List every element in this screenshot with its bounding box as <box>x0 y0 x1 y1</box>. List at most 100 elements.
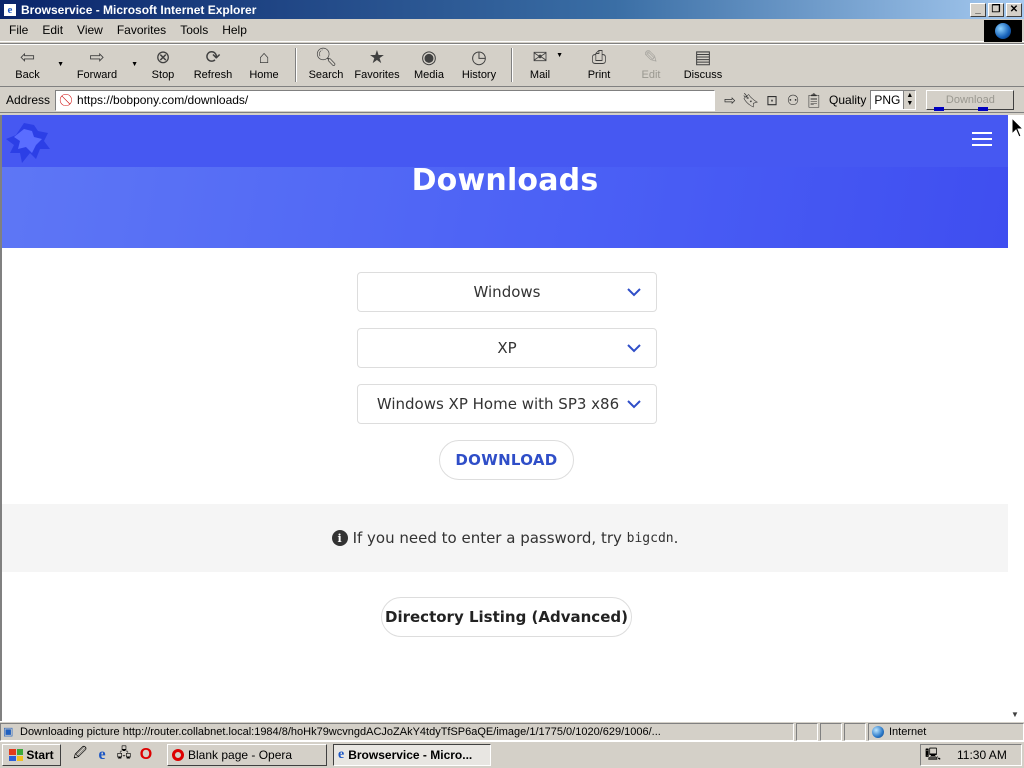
stop-button[interactable]: ⊗ Stop <box>139 44 187 86</box>
zoom-icon[interactable]: ⊡ <box>763 92 781 109</box>
version-select[interactable]: XP <box>357 328 657 368</box>
search-label: Search <box>308 69 344 81</box>
home-button[interactable]: ⌂ Home <box>239 44 289 86</box>
network-icon[interactable]: 🖧︎ <box>115 745 133 764</box>
favorites-button[interactable]: ★ Favorites <box>349 44 405 86</box>
stop-icon: ⊗ <box>155 47 171 67</box>
address-bar: Address 🚫︎ ⇨ 🔖︎ ⊡ ⚇ 📋︎ Quality PNG ▲▼ Do… <box>0 88 1024 113</box>
back-label: Back <box>15 69 40 81</box>
os-select[interactable]: Windows <box>357 272 657 312</box>
favorites-folder-icon: ★ <box>368 47 386 67</box>
status-pane <box>844 722 866 741</box>
history-button[interactable]: ◷ History <box>453 44 505 86</box>
history-label: History <box>461 69 497 81</box>
minimize-button[interactable]: _ <box>970 2 986 17</box>
taskbar-opera[interactable]: Blank page - Opera <box>167 744 327 766</box>
home-label: Home <box>249 69 279 81</box>
password-info: i If you need to enter a password, try b… <box>2 504 1008 572</box>
menu-bar: File Edit View Favorites Tools Help <box>0 19 1024 42</box>
maximize-button[interactable]: ❐ <box>988 2 1004 17</box>
bookmark-icon[interactable]: 🔖︎ <box>742 92 760 109</box>
menu-edit[interactable]: Edit <box>35 23 70 37</box>
os-select-value: Windows <box>473 283 541 301</box>
info-icon: i <box>331 530 348 546</box>
media-icon: ◉ <box>421 47 437 67</box>
download-progress <box>934 107 1018 111</box>
media-label: Media <box>414 69 444 81</box>
opera-quicklaunch-icon[interactable]: O <box>137 746 155 764</box>
spin-up-icon[interactable]: ▲ <box>906 92 913 100</box>
back-button[interactable]: ⇦ Back ▼ <box>0 44 64 86</box>
page-icon: 🚫︎ <box>58 93 74 107</box>
menu-help[interactable]: Help <box>215 23 254 37</box>
system-tray: 🖳︎ 11:30 AM <box>920 744 1022 766</box>
start-button[interactable]: Start <box>2 744 61 766</box>
go-arrow-icon[interactable]: ⇨ <box>721 92 739 109</box>
chevron-down-icon <box>627 344 641 353</box>
browser-viewport[interactable]: Downloads Windows XP Windows XP Home wit… <box>0 115 1008 721</box>
history-icon: ◷ <box>471 47 487 67</box>
printer-icon: ⎙ <box>591 47 607 67</box>
quality-label: Quality <box>829 93 867 107</box>
status-pane <box>820 722 842 741</box>
status-pane <box>796 722 818 741</box>
forward-dropdown-icon[interactable]: ▼ <box>131 61 138 68</box>
taskbar: Start 🖉︎ e 🖧︎ O Blank page - Opera e Bro… <box>0 741 1024 768</box>
show-desktop-icon[interactable]: 🖉︎ <box>71 745 89 764</box>
ie-icon: e <box>338 747 345 762</box>
title-bar[interactable]: e Browservice - Microsoft Internet Explo… <box>0 0 1024 19</box>
url-input[interactable] <box>77 93 715 107</box>
menu-view[interactable]: View <box>70 23 110 37</box>
media-button[interactable]: ◉ Media <box>405 44 453 86</box>
clipboard-icon[interactable]: 📋︎ <box>805 92 823 109</box>
chevron-down-icon <box>627 400 641 409</box>
edition-select[interactable]: Windows XP Home with SP3 x86 <box>357 384 657 424</box>
security-zone: Internet <box>868 722 1024 741</box>
vertical-scrollbar[interactable]: ▼ <box>1008 115 1024 721</box>
quality-value: PNG <box>874 93 901 107</box>
discuss-button[interactable]: ▤ Discuss <box>675 44 731 86</box>
mail-button[interactable]: ✉ Mail ▼ <box>519 44 563 86</box>
hero-banner: Downloads <box>2 115 1008 248</box>
close-button[interactable]: ✕ <box>1006 2 1022 17</box>
forward-button[interactable]: ⇨ Forward ▼ <box>65 44 138 86</box>
search-icon: 🔍︎ <box>314 47 338 67</box>
directory-listing-button[interactable]: Directory Listing (Advanced) <box>381 597 632 637</box>
throbber-globe-icon <box>984 20 1022 42</box>
site-navbar <box>2 115 1008 167</box>
task-opera-label: Blank page - Opera <box>188 748 293 762</box>
menu-tools[interactable]: Tools <box>173 23 215 37</box>
quality-select[interactable]: PNG ▲ ▼ <box>870 90 917 110</box>
refresh-button[interactable]: ⟳ Refresh <box>187 44 239 86</box>
quick-launch: 🖉︎ e 🖧︎ O <box>71 745 155 764</box>
mail-icon: ✉ <box>532 47 548 67</box>
ie-quicklaunch-icon[interactable]: e <box>93 746 111 764</box>
quality-spinner[interactable]: ▲ ▼ <box>903 91 916 109</box>
zone-label: Internet <box>889 725 927 738</box>
back-dropdown-icon[interactable]: ▼ <box>57 61 64 68</box>
clock[interactable]: 11:30 AM <box>957 748 1007 762</box>
find-binoculars-icon[interactable]: ⚇ <box>784 92 802 109</box>
bobpony-logo-icon[interactable] <box>4 119 54 169</box>
toolbar-separator <box>295 48 297 82</box>
address-field[interactable]: 🚫︎ <box>55 89 716 111</box>
search-button[interactable]: 🔍︎ Search <box>303 44 349 86</box>
forward-label: Forward <box>76 69 118 81</box>
edit-label: Edit <box>641 69 661 81</box>
network-tray-icon[interactable]: 🖳︎ <box>925 745 943 766</box>
download-button[interactable]: DOWNLOAD <box>439 440 574 480</box>
start-label: Start <box>26 748 54 762</box>
taskbar-browservice[interactable]: e Browservice - Micro... <box>333 744 491 766</box>
menu-favorites[interactable]: Favorites <box>110 23 173 37</box>
mail-dropdown-icon[interactable]: ▼ <box>556 52 563 59</box>
edit-button[interactable]: ✎ Edit <box>627 44 675 86</box>
scroll-down-icon[interactable]: ▼ <box>1011 710 1019 719</box>
ie-icon: e <box>3 2 17 17</box>
spin-down-icon[interactable]: ▼ <box>906 100 913 108</box>
print-button[interactable]: ⎙ Print <box>571 44 627 86</box>
hamburger-menu-icon[interactable] <box>972 132 992 146</box>
internet-globe-icon <box>872 725 884 738</box>
stop-label: Stop <box>151 69 175 81</box>
favorites-label: Favorites <box>354 69 400 81</box>
menu-file[interactable]: File <box>0 23 35 37</box>
